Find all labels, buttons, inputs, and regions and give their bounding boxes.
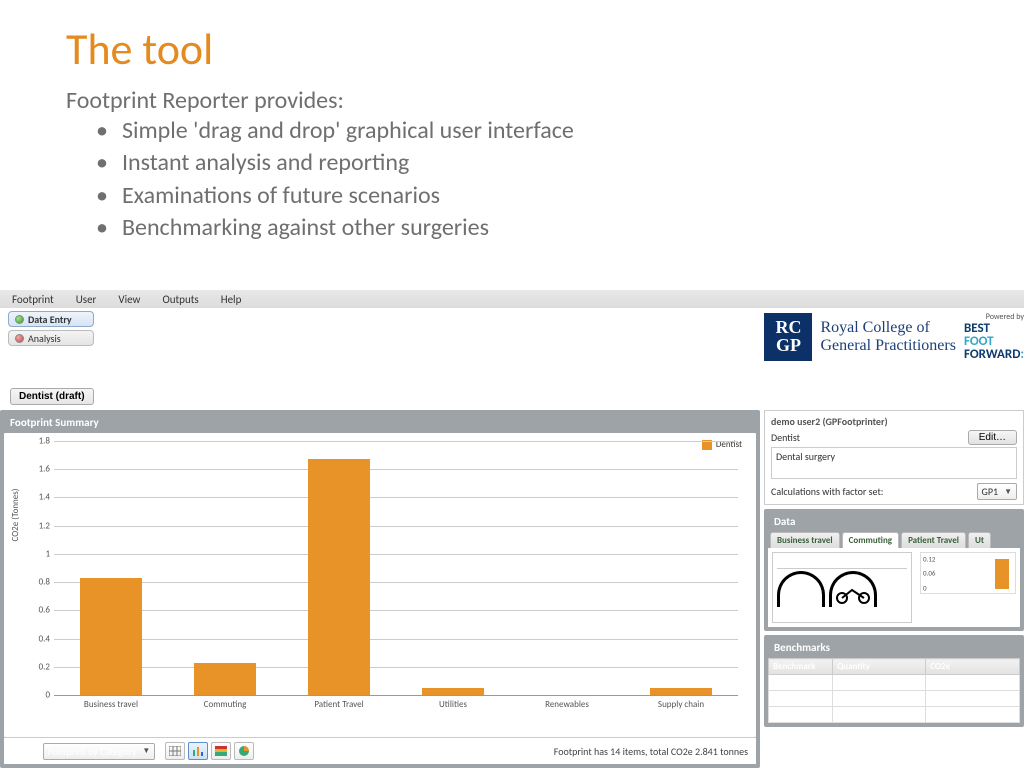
menu-help[interactable]: Help — [221, 293, 242, 306]
brand-area: RC GP Royal College of General Practitio… — [764, 312, 1024, 361]
chevron-down-icon: ▼ — [142, 746, 150, 756]
xaxis-selector[interactable]: Footprint by Category▼ — [43, 743, 155, 760]
bar — [308, 459, 371, 695]
bar — [422, 688, 485, 695]
summary-chart: Dentist CO2e (Tonnes) 00.20.40.60.811.21… — [4, 433, 756, 737]
factor-set-selector[interactable]: GP1▼ — [977, 483, 1017, 500]
gauge-average-icon[interactable] — [777, 571, 825, 607]
y-tick: 1.2 — [39, 520, 54, 531]
analysis-mode-button[interactable]: Analysis — [8, 330, 94, 346]
chart-type-table-icon[interactable] — [165, 742, 185, 760]
y-tick: 0.4 — [39, 633, 54, 644]
rcgp-name: Royal College of General Practitioners — [820, 319, 956, 354]
bar — [80, 578, 143, 695]
edit-button[interactable]: Edit… — [968, 430, 1017, 445]
tab-patient-travel[interactable]: Patient Travel — [901, 532, 966, 548]
menu-footprint[interactable]: Footprint — [12, 293, 54, 306]
x-tick: Commuting — [204, 695, 247, 710]
data-panel: Data Business travel Commuting Patient T… — [764, 509, 1024, 631]
menu-user[interactable]: User — [76, 293, 97, 306]
x-tick: Business travel — [84, 695, 138, 710]
data-tabs: Business travel Commuting Patient Travel… — [768, 532, 1020, 548]
scenario-name: Dentist — [771, 431, 800, 444]
slide-subtitle: Footprint Reporter provides: — [0, 76, 1024, 115]
mini-chart: 0.12 0.06 0 — [920, 552, 1016, 594]
table-row — [769, 707, 1020, 723]
benchmarks-table: Benchmark Quantity CO2e Patient visits 1… — [768, 658, 1020, 723]
chart-type-stacked-icon[interactable] — [211, 742, 231, 760]
y-tick: 1.8 — [39, 436, 54, 447]
chart-type-bar-icon[interactable] — [188, 742, 208, 760]
chart-type-pie-icon[interactable] — [234, 742, 254, 760]
summary-panel-title: Footprint Summary — [4, 414, 756, 433]
menu-view[interactable]: View — [118, 293, 140, 306]
description-box[interactable]: Dental surgery — [771, 447, 1017, 479]
menubar: Footprint User View Outputs Help — [0, 290, 1024, 308]
factor-set-label: Calculations with factor set: — [771, 485, 883, 498]
bar — [650, 688, 713, 695]
scenario-draft-button[interactable]: Dentist (draft) — [10, 388, 94, 405]
data-entry-mode-button[interactable]: Data Entry — [8, 311, 94, 327]
x-tick: Utilities — [439, 695, 467, 710]
analysis-label: Analysis — [28, 332, 61, 345]
table-row — [769, 691, 1020, 707]
x-tick: Renewables — [545, 695, 589, 710]
slide-bullets: Simple 'drag and drop' graphical user in… — [0, 115, 1024, 245]
app-screenshot: Footprint User View Outputs Help Data En… — [0, 290, 1024, 768]
y-axis-label: CO2e (Tonnes) — [10, 489, 21, 542]
bestfootforward-logo: BEST FOOT FORWARD: — [964, 322, 1024, 361]
y-tick: 0.8 — [39, 577, 54, 588]
user-header: demo user2 (GPFootprinter) — [771, 415, 1017, 428]
tab-commuting[interactable]: Commuting — [842, 532, 899, 548]
bullet: Examinations of future scenarios — [96, 180, 1024, 212]
chart-footer: X-Axis Footprint by Category▼ Footprint … — [4, 737, 756, 764]
benchmarks-panel: Benchmarks Benchmark Quantity CO2e Patie… — [764, 635, 1024, 727]
data-entry-label: Data Entry — [28, 313, 72, 326]
y-tick: 0 — [45, 690, 54, 701]
x-tick: Supply chain — [658, 695, 704, 710]
benchmarks-title: Benchmarks — [768, 639, 1020, 658]
data-panel-title: Data — [768, 513, 1020, 532]
bullet: Benchmarking against other surgeries — [96, 212, 1024, 244]
bullet: Instant analysis and reporting — [96, 147, 1024, 179]
red-dot-icon — [15, 334, 24, 343]
y-tick: 0.2 — [39, 661, 54, 672]
xaxis-prefix: X-Axis — [12, 745, 37, 758]
menu-outputs[interactable]: Outputs — [162, 293, 198, 306]
x-tick: Patient Travel — [314, 695, 363, 710]
y-tick: 1.4 — [39, 492, 54, 503]
y-tick: 0.6 — [39, 605, 54, 616]
footprint-summary-panel: Footprint Summary Dentist CO2e (Tonnes) … — [0, 410, 760, 768]
bullet: Simple 'drag and drop' graphical user in… — [96, 115, 1024, 147]
gauge-motorcycle-icon[interactable] — [829, 571, 877, 607]
y-tick: 1.6 — [39, 464, 54, 475]
icon-label-average: Average — [777, 610, 825, 620]
rcgp-logo: RC GP — [764, 313, 812, 361]
tab-utilities[interactable]: Ut — [968, 532, 991, 548]
slide-title: The tool — [0, 0, 1024, 76]
bench-header-name[interactable]: Benchmark — [769, 659, 833, 675]
y-tick: 1 — [45, 548, 54, 559]
table-row[interactable]: Patient visits 100.000 (000 visits) 0.02… — [769, 675, 1020, 691]
icons-box: Icons Average — [772, 552, 912, 623]
bench-header-qty[interactable]: Quantity — [833, 659, 926, 675]
bench-header-co2e[interactable]: CO2e — [926, 659, 1020, 675]
mini-bar — [995, 559, 1009, 589]
green-dot-icon — [15, 315, 24, 324]
chevron-down-icon: ▼ — [1004, 487, 1012, 497]
icons-label: Icons — [777, 555, 907, 569]
scenario-info: demo user2 (GPFootprinter) Dentist Edit…… — [764, 410, 1024, 505]
bar — [194, 663, 257, 695]
status-text: Footprint has 14 items, total CO2e 2.841… — [554, 745, 748, 758]
tab-business-travel[interactable]: Business travel — [770, 532, 840, 548]
